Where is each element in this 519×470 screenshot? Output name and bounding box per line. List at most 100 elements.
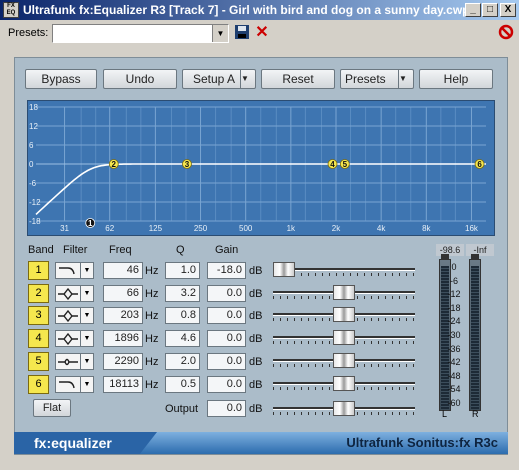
band-6-gain-slider[interactable] bbox=[273, 375, 415, 392]
band-3-button[interactable]: 3 bbox=[28, 306, 49, 326]
presets-combobox[interactable]: ▼ bbox=[52, 24, 229, 43]
x-tick-label: 8k bbox=[422, 224, 431, 233]
band-5-q-field[interactable]: 2.0 bbox=[165, 352, 200, 370]
band-4-gain-slider[interactable] bbox=[273, 329, 415, 346]
close-button[interactable]: X bbox=[500, 3, 516, 17]
band-4-gain-field[interactable]: 0.0 bbox=[207, 330, 246, 348]
band-4-filter-type[interactable] bbox=[55, 330, 81, 348]
fx-equalizer-logo: fx:equalizer bbox=[14, 432, 157, 454]
slider-knob[interactable] bbox=[333, 352, 355, 368]
band-3-q-field[interactable]: 0.8 bbox=[165, 307, 200, 325]
band-5-gain-slider[interactable] bbox=[273, 352, 415, 369]
band-5-gain-field[interactable]: 0.0 bbox=[207, 352, 246, 370]
undo-button[interactable]: Undo bbox=[103, 69, 177, 89]
delete-preset-button[interactable]: ✕ bbox=[253, 24, 271, 42]
chevron-down-icon[interactable]: ▼ bbox=[398, 70, 413, 88]
band-marker-label: 5 bbox=[343, 160, 348, 169]
setup-dropdown[interactable]: Setup A ▼ bbox=[182, 69, 256, 89]
band-2-button[interactable]: 2 bbox=[28, 283, 49, 303]
delete-icon: ✕ bbox=[255, 24, 269, 41]
band-3-gain-field[interactable]: 0.0 bbox=[207, 307, 246, 325]
y-tick-label: -18 bbox=[29, 217, 41, 226]
y-tick-label: 18 bbox=[29, 103, 38, 112]
slider-knob[interactable] bbox=[273, 262, 295, 277]
bypass-button[interactable]: Bypass bbox=[25, 69, 97, 89]
app-icon: FX EQ bbox=[3, 2, 19, 18]
maximize-button[interactable]: □ bbox=[482, 3, 498, 17]
chevron-down-icon[interactable]: ▼ bbox=[81, 284, 94, 302]
band-5-button[interactable]: 5 bbox=[28, 351, 49, 371]
meter-scale-label: -12 bbox=[447, 289, 461, 300]
right-channel-label: R bbox=[472, 409, 479, 419]
minimize-button[interactable]: _ bbox=[465, 3, 481, 17]
filter-header: Filter bbox=[63, 244, 88, 256]
meter-scale-label: -42 bbox=[447, 357, 461, 368]
band-2-gain-slider[interactable] bbox=[273, 284, 415, 301]
band-3-filter-type[interactable] bbox=[55, 307, 81, 325]
band-4-button[interactable]: 4 bbox=[28, 329, 49, 349]
x-tick-label: 62 bbox=[105, 224, 114, 233]
db-unit: dB bbox=[249, 355, 263, 368]
footer-bar: fx:equalizer Ultrafunk Sonitus:fx R3c bbox=[14, 432, 508, 454]
band-marker-label: 1 bbox=[88, 219, 93, 228]
eq-curve-display[interactable]: 181260-6-12-1831 62 125 250 500 1k 2k 4k 8k 16k12… bbox=[28, 101, 494, 235]
band-2-q-field[interactable]: 3.2 bbox=[165, 284, 200, 302]
presets-dropdown[interactable]: Presets ▼ bbox=[340, 69, 414, 89]
band-6-filter-type[interactable] bbox=[55, 375, 81, 393]
band-1-freq-field[interactable]: 46 bbox=[103, 262, 143, 279]
band-2-filter-type[interactable] bbox=[55, 284, 81, 302]
product-name: Ultrafunk Sonitus:fx R3c bbox=[346, 435, 498, 450]
chevron-down-icon[interactable]: ▼ bbox=[81, 262, 94, 279]
eq-graph[interactable]: 18 12 6 0 -6 -12 -18 31 62 125 250 500 1k 2k 4k 8k 16k 1 2… bbox=[27, 100, 495, 236]
meter-scale-label: -36 bbox=[447, 343, 461, 354]
band-3-gain-slider[interactable] bbox=[273, 306, 415, 323]
presets-row: Presets: ▼ ✕ bbox=[0, 21, 519, 47]
output-slider[interactable] bbox=[273, 400, 415, 417]
band-3-freq-field[interactable]: 203 bbox=[103, 307, 143, 325]
slider-knob[interactable] bbox=[333, 401, 355, 416]
chevron-down-icon[interactable]: ▼ bbox=[81, 330, 94, 348]
x-tick-label: 16k bbox=[465, 224, 479, 233]
meter-scale-label: -24 bbox=[447, 316, 461, 327]
slider-knob[interactable] bbox=[333, 330, 355, 346]
band-6-freq-field[interactable]: 18113 bbox=[103, 375, 143, 393]
slider-knob[interactable] bbox=[333, 375, 355, 391]
band-6-gain-field[interactable]: 0.0 bbox=[207, 375, 246, 393]
meter-scale-label: -60 bbox=[447, 398, 461, 408]
x-tick-label: 500 bbox=[239, 224, 253, 233]
band-1-q-field[interactable]: 1.0 bbox=[165, 262, 200, 279]
band-2-gain-field[interactable]: 0.0 bbox=[207, 284, 246, 302]
help-button[interactable]: Help bbox=[419, 69, 493, 89]
flat-button[interactable]: Flat bbox=[33, 399, 71, 417]
band-4-q-field[interactable]: 4.6 bbox=[165, 330, 200, 348]
band-5-freq-field[interactable]: 2290 bbox=[103, 352, 143, 370]
freq-header: Freq bbox=[109, 244, 132, 256]
band-5-filter-type[interactable] bbox=[55, 352, 81, 370]
chevron-down-icon[interactable]: ▼ bbox=[240, 70, 255, 88]
band-6-q-field[interactable]: 0.5 bbox=[165, 375, 200, 393]
disable-button[interactable] bbox=[497, 24, 515, 42]
x-tick-label: 2k bbox=[332, 224, 341, 233]
band-4-freq-field[interactable]: 1896 bbox=[103, 330, 143, 348]
band-1-gain-field[interactable]: -18.0 bbox=[207, 262, 246, 279]
y-tick-label: 6 bbox=[29, 141, 34, 150]
band-1-gain-slider[interactable] bbox=[273, 261, 415, 278]
chevron-down-icon[interactable]: ▼ bbox=[81, 307, 94, 325]
meter-scale-label: -48 bbox=[447, 370, 461, 381]
chevron-down-icon[interactable]: ▼ bbox=[81, 352, 94, 370]
band-1-filter-type[interactable] bbox=[55, 262, 81, 279]
slider-knob[interactable] bbox=[333, 307, 355, 323]
band-2-freq-field[interactable]: 66 bbox=[103, 284, 143, 302]
output-label: Output bbox=[165, 403, 199, 415]
high-pass-icon bbox=[59, 267, 75, 275]
slider-knob[interactable] bbox=[333, 284, 355, 300]
band-1-button[interactable]: 1 bbox=[28, 261, 49, 280]
meter-scale-label: -54 bbox=[447, 384, 461, 395]
output-gain-field[interactable]: 0.0 bbox=[207, 400, 246, 417]
y-tick-label: -12 bbox=[29, 198, 41, 207]
band-6-button[interactable]: 6 bbox=[28, 374, 49, 394]
chevron-down-icon[interactable]: ▼ bbox=[212, 25, 228, 42]
chevron-down-icon[interactable]: ▼ bbox=[81, 375, 94, 393]
save-preset-button[interactable] bbox=[233, 24, 251, 42]
reset-button[interactable]: Reset bbox=[261, 69, 335, 89]
